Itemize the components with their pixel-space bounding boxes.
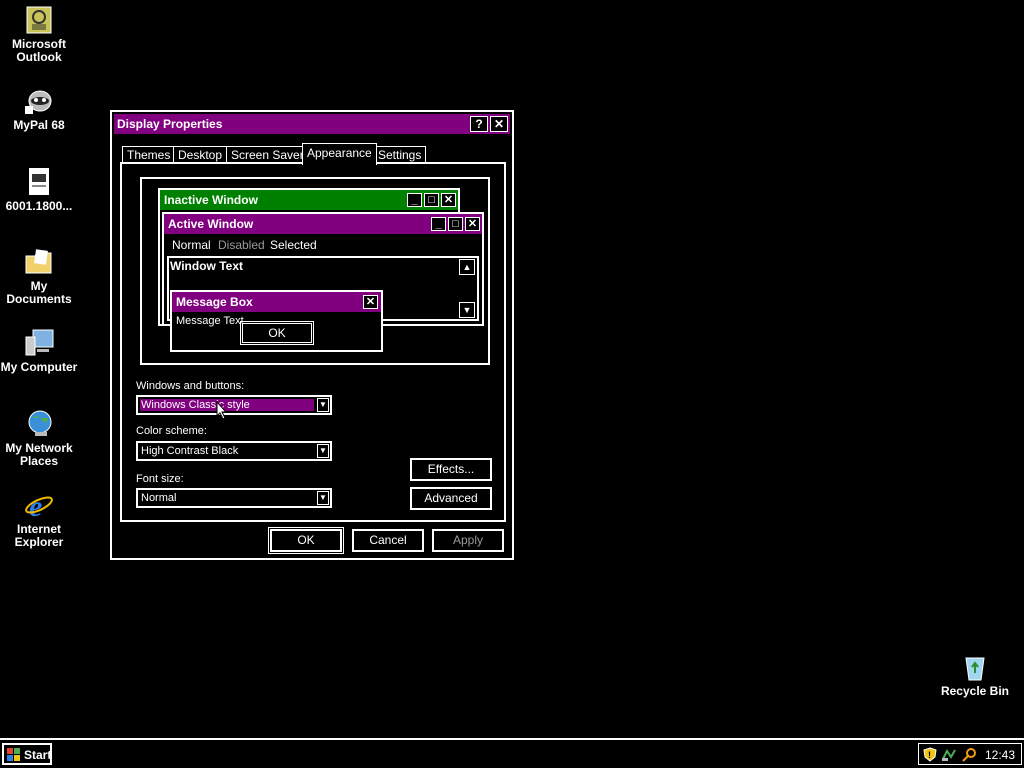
scroll-up-icon: ▲ xyxy=(459,259,475,275)
font-size-label: Font size: xyxy=(136,473,184,485)
scroll-down-icon: ▼ xyxy=(459,302,475,318)
desktop-icon-label: 6001.1800... xyxy=(5,199,73,213)
close-icon: ✕ xyxy=(363,295,378,309)
color-scheme-label: Color scheme: xyxy=(136,425,207,437)
desktop-icon-label: Microsoft Outlook xyxy=(12,37,66,64)
chevron-down-icon[interactable]: ▼ xyxy=(317,444,329,458)
menu-normal: Normal xyxy=(172,238,211,252)
desktop-icon-mypal[interactable]: MyPal 68 xyxy=(0,85,78,132)
desktop-icon-my-documents[interactable]: My Documents xyxy=(0,246,78,306)
desktop-icon-outlook[interactable]: Microsoft Outlook xyxy=(0,4,78,64)
chevron-down-icon[interactable]: ▼ xyxy=(317,491,329,505)
tab-appearance[interactable]: Appearance xyxy=(302,143,377,165)
network-icon xyxy=(23,408,55,440)
outlook-icon xyxy=(23,4,55,36)
folder-icon xyxy=(23,246,55,278)
mypal-icon xyxy=(23,85,55,117)
desktop-icon-label: My Computer xyxy=(0,360,78,374)
system-tray: ! 12:43 xyxy=(918,743,1022,765)
desktop-icon-label: Internet Explorer xyxy=(14,522,64,549)
minimize-icon: _ xyxy=(431,217,446,231)
advanced-button[interactable]: Advanced xyxy=(410,487,492,510)
preview-menu-bar: Normal Disabled Selected xyxy=(164,236,482,254)
maximize-icon: □ xyxy=(448,217,463,231)
color-scheme-value: High Contrast Black xyxy=(141,445,239,457)
message-box-ok-button: OK xyxy=(240,321,314,345)
security-shield-icon[interactable]: ! xyxy=(923,747,937,762)
search-tray-icon[interactable] xyxy=(961,747,977,762)
preview-message-box: Message Box ✕ Message Text OK xyxy=(170,290,383,352)
close-icon: ✕ xyxy=(465,217,480,231)
desktop-icon-label: MyPal 68 xyxy=(13,118,65,132)
windows-logo-icon xyxy=(7,748,20,761)
svg-text:!: ! xyxy=(928,750,931,760)
windows-buttons-select[interactable]: Windows Classic style ▼ xyxy=(136,395,332,415)
appearance-preview: Inactive Window _ □ ✕ Active Window _ □ … xyxy=(140,177,490,365)
svg-text:e: e xyxy=(29,490,42,521)
windows-buttons-label: Windows and buttons: xyxy=(136,380,245,392)
desktop-icon-label: My Network Places xyxy=(5,441,73,468)
computer-icon xyxy=(23,327,55,359)
start-label: Start xyxy=(24,748,52,762)
close-button[interactable]: ✕ xyxy=(490,116,508,132)
font-size-select[interactable]: Normal ▼ xyxy=(136,488,332,508)
color-scheme-select[interactable]: High Contrast Black ▼ xyxy=(136,441,332,461)
desktop-icon-my-computer[interactable]: My Computer xyxy=(0,327,78,374)
start-button[interactable]: Start xyxy=(2,743,52,765)
ie-icon: e xyxy=(23,489,55,523)
desktop-icon-label: My Documents xyxy=(6,279,72,306)
taskbar: Start ! 12:43 xyxy=(0,738,1024,768)
cancel-button[interactable]: Cancel xyxy=(352,529,424,552)
minimize-icon: _ xyxy=(407,193,422,207)
font-size-value: Normal xyxy=(141,492,177,504)
display-properties-dialog: Display Properties ? ✕ Themes Desktop Sc… xyxy=(110,110,514,560)
close-icon: ✕ xyxy=(441,193,456,207)
message-box-caption: Message Box xyxy=(172,292,381,312)
menu-disabled: Disabled xyxy=(218,238,265,252)
dialog-titlebar[interactable]: Display Properties ? ✕ xyxy=(114,114,510,134)
help-button[interactable]: ? xyxy=(470,116,488,132)
window-text: Window Text xyxy=(170,259,243,273)
maximize-icon: □ xyxy=(424,193,439,207)
message-text: Message Text xyxy=(176,315,244,327)
clock[interactable]: 12:43 xyxy=(985,748,1015,762)
chevron-down-icon[interactable]: ▼ xyxy=(317,398,329,412)
dialog-title: Display Properties xyxy=(117,117,223,131)
effects-button[interactable]: Effects... xyxy=(410,458,492,481)
menu-selected: Selected xyxy=(270,238,317,252)
apply-button[interactable]: Apply xyxy=(432,529,504,552)
document-icon xyxy=(23,166,55,198)
desktop-icon-document[interactable]: 6001.1800... xyxy=(0,166,78,213)
appearance-panel: Inactive Window _ □ ✕ Active Window _ □ … xyxy=(120,162,506,522)
desktop-icon-label: Recycle Bin xyxy=(940,684,1010,698)
mouse-cursor-icon xyxy=(216,401,228,420)
desktop-icon-my-network[interactable]: My Network Places xyxy=(0,408,78,468)
ok-button[interactable]: OK xyxy=(268,527,344,554)
network-tray-icon[interactable] xyxy=(941,747,957,762)
recycle-bin-icon xyxy=(959,651,991,683)
desktop-icon-internet-explorer[interactable]: e Internet Explorer xyxy=(0,489,78,549)
desktop-icon-recycle-bin[interactable]: Recycle Bin xyxy=(936,651,1014,698)
